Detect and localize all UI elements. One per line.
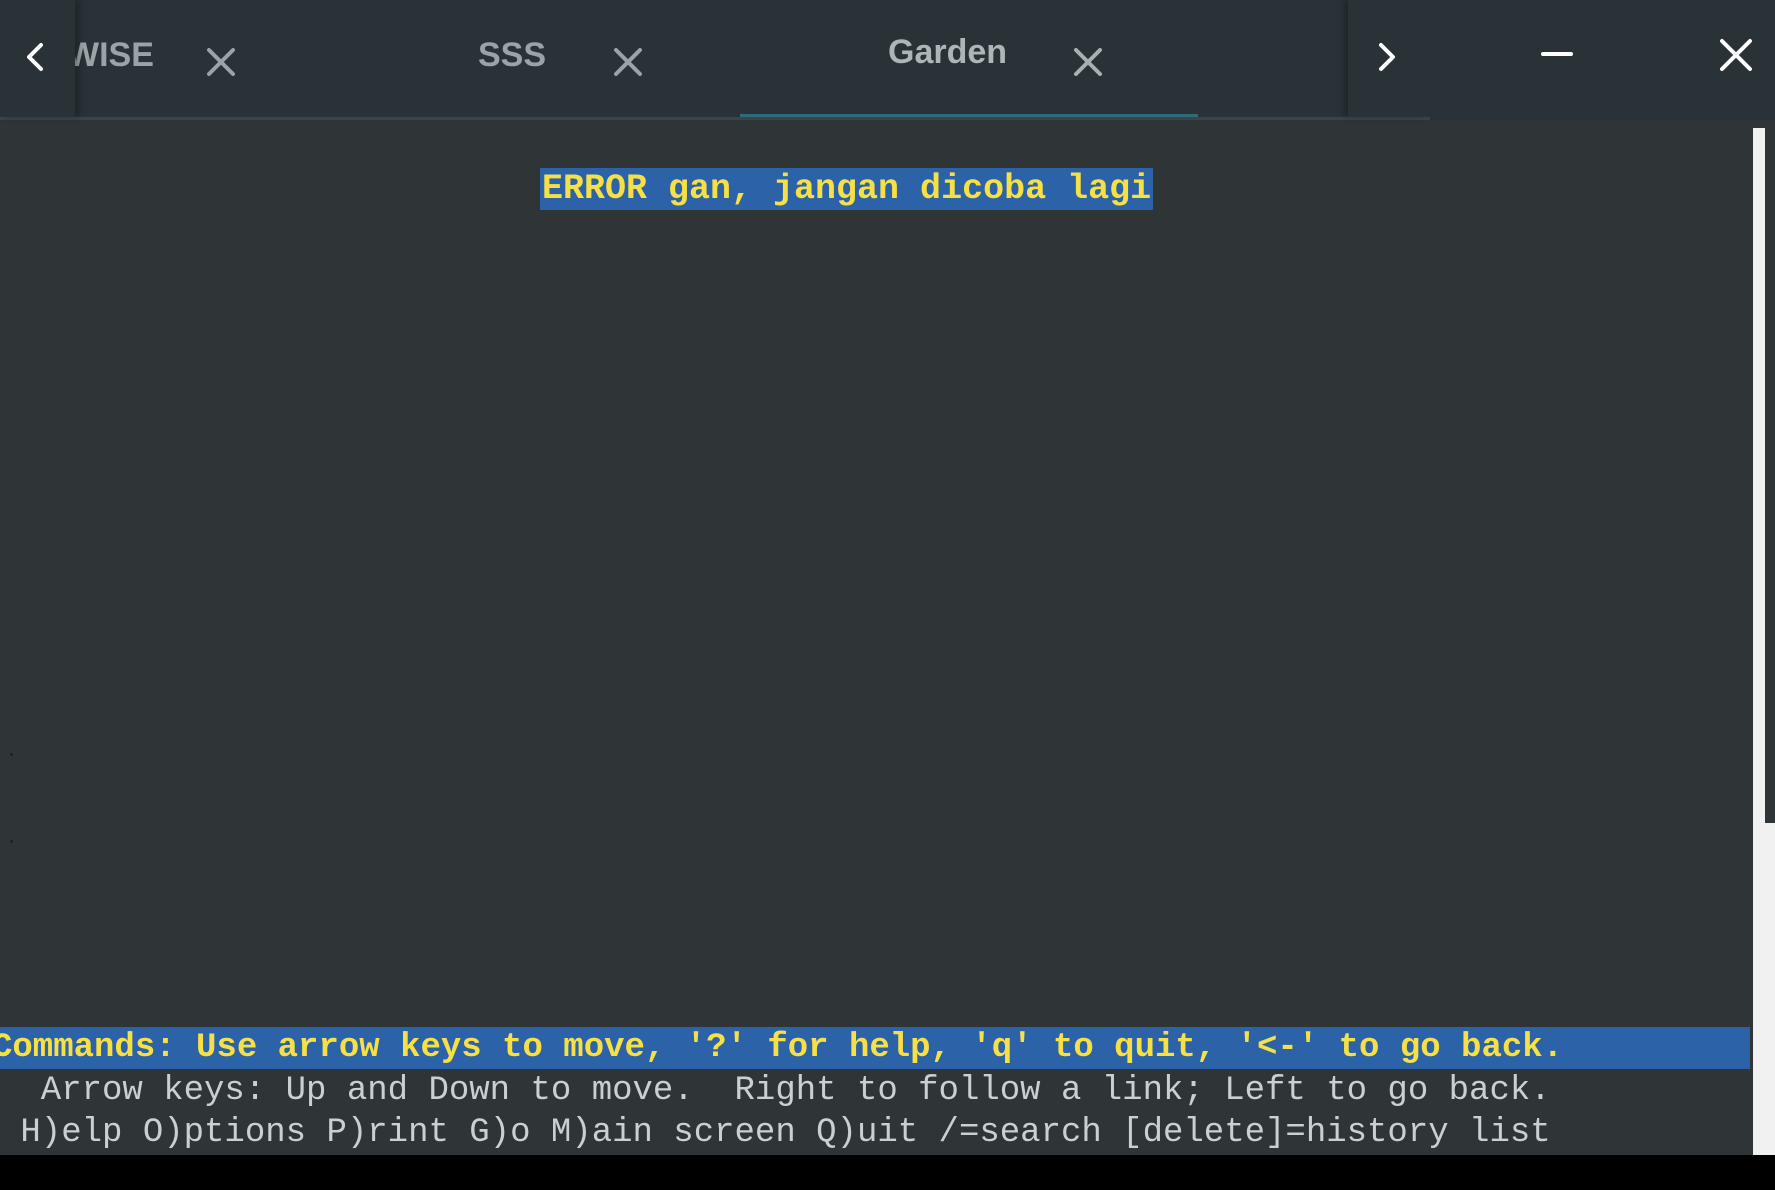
window-close-icon[interactable]	[1714, 33, 1758, 77]
close-icon[interactable]	[608, 42, 648, 82]
terminal-content[interactable]: ERROR gan, jangan dicoba lagi Commands: …	[0, 120, 1750, 1155]
help-line: H)elp O)ptions P)rint G)o M)ain screen Q…	[0, 1114, 1551, 1152]
tab-label: SSS	[478, 36, 547, 74]
error-message: ERROR gan, jangan dicoba lagi	[540, 168, 1154, 210]
tab-garden[interactable]: Garden	[740, 0, 1198, 120]
artifact-dot	[10, 840, 13, 843]
commands-bar: Commands: Use arrow keys to move, '?' fo…	[0, 1027, 1750, 1069]
scrollbar-track[interactable]	[1753, 823, 1775, 1155]
chevron-right-icon[interactable]	[1366, 37, 1406, 77]
artifact-dot	[10, 753, 13, 756]
chevron-left-icon[interactable]	[16, 37, 56, 77]
tab-scroll-left[interactable]	[0, 0, 75, 117]
close-icon[interactable]	[1068, 42, 1108, 82]
tab-scroll-right[interactable]	[1348, 0, 1428, 117]
tab-bar: WISE SSS Garden	[0, 0, 1775, 120]
help-line: Arrow keys: Up and Down to move. Right t…	[0, 1072, 1551, 1110]
scrollbar-thumb[interactable]	[1753, 128, 1765, 823]
bottom-strip	[0, 1155, 1775, 1190]
close-icon[interactable]	[201, 42, 241, 82]
tab-label: Garden	[888, 33, 1008, 71]
tab-sss[interactable]: SSS	[280, 0, 735, 117]
tab-label: WISE	[67, 36, 154, 74]
minimize-icon[interactable]	[1535, 32, 1579, 76]
